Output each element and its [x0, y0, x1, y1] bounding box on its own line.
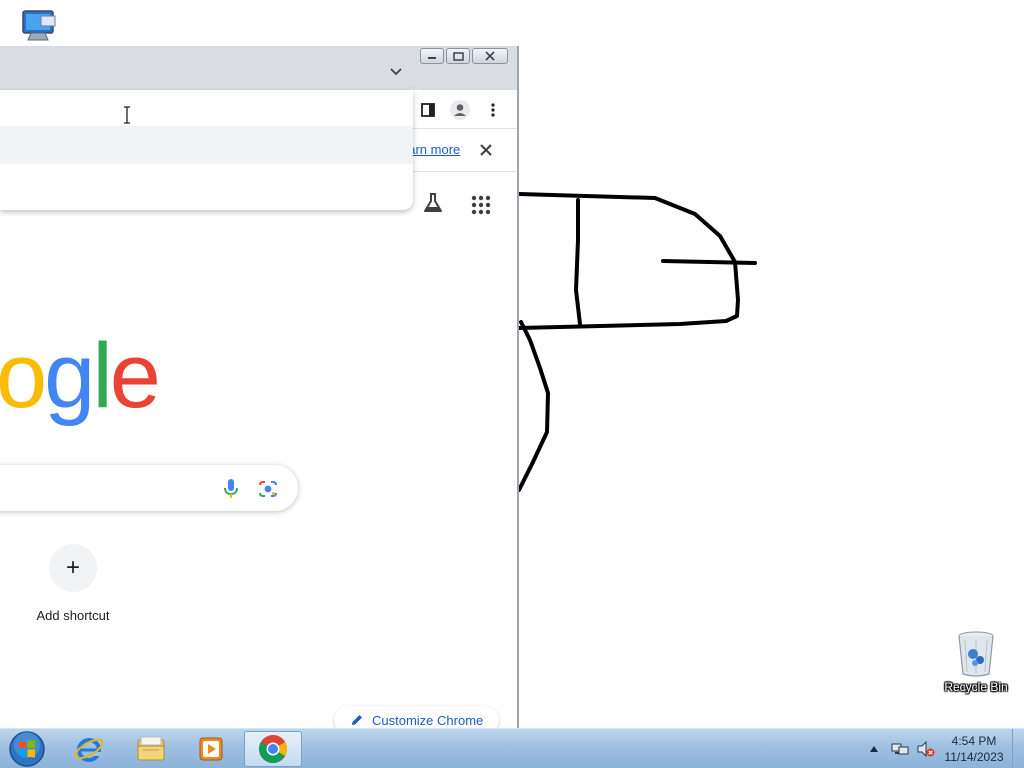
taskbar-windows-explorer[interactable]: [122, 731, 180, 767]
profile-icon: [450, 100, 470, 120]
window-caption-buttons: [420, 48, 510, 64]
network-icon: [891, 743, 909, 755]
restore-icon: [452, 51, 464, 61]
flask-icon: [424, 193, 442, 212]
minimize-icon: [428, 57, 436, 59]
show-hidden-icons-button[interactable]: [866, 746, 882, 752]
omnibox-suggestion[interactable]: [0, 164, 413, 208]
customize-chrome-label: Customize Chrome: [372, 712, 484, 728]
drawing-stroke-lower: [517, 320, 550, 492]
text-cursor-icon: [124, 106, 130, 124]
drawing-stroke-vertical: [574, 198, 582, 326]
speaker-muted-icon: [917, 741, 935, 757]
start-button[interactable]: [6, 730, 48, 768]
omnibox-suggestion-selected[interactable]: [0, 126, 413, 164]
google-lens-button[interactable]: [257, 479, 279, 499]
internet-explorer-icon: [74, 738, 104, 762]
desktop: Recycle Bin earn more ogle + Add shortcu…: [0, 0, 1024, 728]
logo-letter: o: [0, 325, 47, 427]
customize-chrome-button[interactable]: Customize Chrome: [334, 706, 500, 728]
side-panel-icon: [421, 103, 435, 117]
clock-time: 4:54 PM: [951, 734, 997, 748]
close-icon: [480, 144, 492, 156]
logo-letter: g: [44, 325, 95, 427]
camera-lens-icon: [259, 481, 277, 497]
clock[interactable]: 4:54 PM 11/14/2023: [938, 733, 1010, 765]
system-tray: [866, 729, 938, 768]
chevron-down-icon: [390, 68, 402, 76]
google-apps-button[interactable]: [470, 194, 492, 216]
omnibox-dropdown: [0, 90, 413, 210]
folder-icon: [137, 736, 165, 761]
close-icon: [485, 51, 495, 61]
windows-start-orb-icon: [9, 731, 45, 767]
chrome-window: earn more ogle + Add shortcut Customize …: [0, 46, 519, 728]
show-desktop-button[interactable]: [1012, 729, 1024, 768]
logo-letter: e: [109, 325, 161, 427]
close-button[interactable]: [472, 48, 508, 64]
pencil-icon: [352, 715, 362, 725]
recycle-bin-icon: [958, 631, 994, 677]
clock-date: 11/14/2023: [944, 750, 1004, 764]
triangle-up-icon: [870, 746, 878, 752]
profile-button[interactable]: [448, 98, 472, 122]
drawing-stroke-horizontal: [661, 259, 757, 265]
logo-letter: l: [92, 325, 113, 427]
ntp-search-box[interactable]: [0, 465, 298, 511]
minimize-button[interactable]: [420, 48, 444, 64]
recycle-bin[interactable]: Recycle Bin: [940, 630, 1012, 694]
side-panel-button[interactable]: [416, 98, 440, 122]
media-player-icon: [199, 737, 223, 761]
add-shortcut-label[interactable]: Add shortcut: [20, 608, 126, 623]
recycle-bin-label: Recycle Bin: [944, 680, 1008, 694]
microphone-icon: [224, 479, 238, 498]
chrome-icon: [259, 735, 287, 763]
taskbar-google-chrome[interactable]: [244, 731, 302, 767]
taskbar-internet-explorer[interactable]: [60, 731, 118, 767]
voice-search-button[interactable]: [222, 478, 240, 500]
computer-icon[interactable]: [10, 8, 66, 50]
maximize-button[interactable]: [446, 48, 470, 64]
apps-grid-icon: [471, 195, 491, 215]
infobar-close-button[interactable]: [480, 140, 492, 161]
taskbar-media-player[interactable]: [182, 731, 240, 767]
add-shortcut-button[interactable]: +: [49, 544, 97, 592]
tab-search-button[interactable]: [390, 64, 402, 79]
chrome-menu-button[interactable]: [481, 98, 505, 122]
more-vert-icon: [491, 103, 495, 117]
network-button[interactable]: [888, 741, 912, 757]
chrome-labs-button[interactable]: [421, 191, 445, 215]
google-logo: ogle: [0, 325, 161, 427]
taskbar: 4:54 PM 11/14/2023: [0, 728, 1024, 768]
omnibox-input[interactable]: [0, 90, 413, 126]
volume-button[interactable]: [914, 741, 938, 757]
